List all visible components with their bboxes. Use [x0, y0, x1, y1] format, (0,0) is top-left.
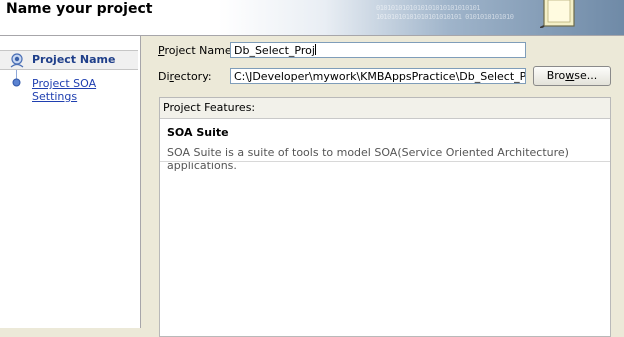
sidebar-item-project-name[interactable]: Project Name	[0, 50, 138, 70]
text-cursor	[314, 44, 316, 55]
step-indicator-icon	[12, 78, 21, 87]
sidebar-item-label: Project SOA Settings	[32, 77, 97, 103]
feature-description: SOA Suite is a suite of tools to model S…	[167, 146, 569, 172]
divider	[160, 161, 610, 162]
wizard-graphic-icon	[540, 0, 575, 28]
directory-label: Directory:	[158, 70, 212, 83]
browse-button[interactable]: Browse...	[533, 66, 611, 86]
project-features-header: Project Features:	[160, 98, 610, 119]
page-title: Name your project	[6, 1, 153, 17]
directory-input[interactable]: C:\JDeveloper\mywork\KMBAppsPractice\Db_…	[230, 68, 526, 84]
wizard-header: Name your project 0101010101010101010101…	[0, 0, 624, 36]
project-name-input[interactable]: Db_Select_Proj	[230, 42, 526, 58]
project-features-panel: Project Features: SOA Suite SOA Suite is…	[159, 97, 611, 337]
project-name-label: Project Name:	[158, 44, 236, 57]
wizard-content: Project Name: Db_Select_Proj Directory: …	[141, 36, 624, 337]
feature-name[interactable]: SOA Suite	[167, 126, 229, 139]
step-indicator-active-icon	[10, 53, 24, 68]
binary-watermark: 0101010101010101010101010101 10101010101…	[376, 4, 514, 21]
wizard-steps-sidebar: Project Name Project SOA Settings	[0, 36, 141, 328]
sidebar-item-label: Project Name	[32, 53, 116, 66]
sidebar-item-project-soa-settings[interactable]: Project SOA Settings	[0, 75, 138, 103]
